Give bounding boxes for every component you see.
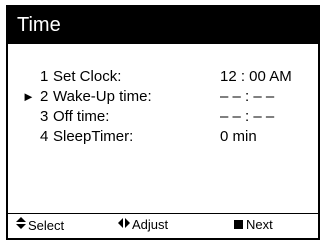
menu-item-number: 4 bbox=[40, 128, 49, 145]
menu-item-wake-up-time[interactable]: ► 2 Wake-Up time: – – : – – bbox=[8, 87, 318, 107]
menu-item-set-clock[interactable]: 1 Set Clock: 12 : 00 AM bbox=[8, 67, 318, 87]
button-hint-bar: Select Adjust Next bbox=[8, 213, 318, 233]
square-icon bbox=[234, 220, 243, 229]
menu-item-label: Off time: bbox=[53, 108, 110, 125]
select-hint[interactable]: Select bbox=[16, 217, 64, 233]
adjust-hint-label: Adjust bbox=[132, 217, 169, 232]
page-title: Time bbox=[8, 7, 318, 44]
up-down-arrow-icon bbox=[16, 217, 26, 233]
menu-item-number: 2 bbox=[40, 88, 49, 105]
menu-item-off-time[interactable]: 3 Off time: – – : – – bbox=[8, 107, 318, 127]
menu-item-number: 1 bbox=[40, 68, 49, 85]
osd-screen: Time 1 Set Clock: 12 : 00 AM ► 2 Wake-Up… bbox=[6, 5, 320, 240]
menu-item-number: 3 bbox=[40, 108, 49, 125]
menu-item-value: 12 : 00 AM bbox=[220, 68, 292, 85]
adjust-hint[interactable]: Adjust bbox=[118, 217, 168, 232]
menu-item-sleep-timer[interactable]: 4 SleepTimer: 0 min bbox=[8, 127, 318, 147]
menu-item-label: Set Clock: bbox=[53, 68, 122, 85]
select-hint-label: Select bbox=[28, 217, 65, 233]
menu-item-value: – – : – – bbox=[220, 108, 275, 125]
menu-item-label: SleepTimer: bbox=[53, 128, 134, 145]
next-hint[interactable]: Next bbox=[234, 217, 273, 232]
left-right-arrow-icon bbox=[118, 217, 130, 232]
selection-pointer-icon: ► bbox=[22, 89, 35, 104]
menu-item-value: 0 min bbox=[220, 128, 257, 145]
menu-item-label: Wake-Up time: bbox=[53, 88, 152, 105]
next-hint-label: Next bbox=[246, 217, 273, 232]
menu-item-value: – – : – – bbox=[220, 88, 275, 105]
